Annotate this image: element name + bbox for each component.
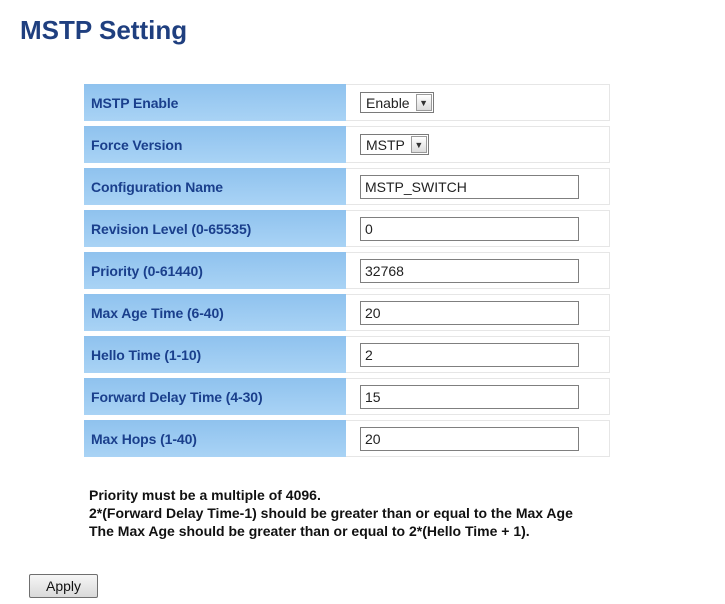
mstp-enable-label: MSTP Enable [84, 84, 346, 121]
hello-time-cell [346, 336, 610, 373]
forward-delay-time-label: Forward Delay Time (4-30) [84, 378, 346, 415]
priority-input[interactable] [360, 258, 579, 283]
note-max-age: The Max Age should be greater than or eq… [89, 523, 530, 539]
force-version-label: Force Version [84, 126, 346, 163]
settings-table: MSTP Enable Enable ▼ Force Version MSTP … [84, 79, 610, 462]
max-hops-label: Max Hops (1-40) [84, 420, 346, 457]
max-hops-cell [346, 420, 610, 457]
hello-time-input[interactable] [360, 342, 579, 367]
priority-cell [346, 252, 610, 289]
forward-delay-time-cell [346, 378, 610, 415]
max-age-time-cell [346, 294, 610, 331]
mstp-enable-value: Enable [366, 94, 410, 111]
row-forward-delay-time: Forward Delay Time (4-30) [84, 378, 610, 415]
force-version-cell: MSTP ▼ [346, 126, 610, 163]
page-title: MSTP Setting [20, 15, 188, 45]
mstp-enable-select[interactable]: Enable ▼ [360, 92, 434, 113]
notes: Priority must be a multiple of 4096. 2*(… [89, 486, 573, 540]
force-version-select[interactable]: MSTP ▼ [360, 134, 429, 155]
configuration-name-input[interactable] [360, 174, 579, 199]
priority-label: Priority (0-61440) [84, 252, 346, 289]
note-forward-delay: 2*(Forward Delay Time-1) should be great… [89, 505, 573, 521]
apply-button[interactable]: Apply [29, 574, 98, 598]
max-hops-input[interactable] [360, 426, 579, 451]
revision-level-label: Revision Level (0-65535) [84, 210, 346, 247]
force-version-value: MSTP [366, 136, 405, 153]
revision-level-input[interactable] [360, 216, 579, 241]
max-age-time-label: Max Age Time (6-40) [84, 294, 346, 331]
note-priority: Priority must be a multiple of 4096. [89, 487, 321, 503]
row-mstp-enable: MSTP Enable Enable ▼ [84, 84, 610, 121]
row-max-age-time: Max Age Time (6-40) [84, 294, 610, 331]
configuration-name-label: Configuration Name [84, 168, 346, 205]
row-configuration-name: Configuration Name [84, 168, 610, 205]
revision-level-cell [346, 210, 610, 247]
forward-delay-time-input[interactable] [360, 384, 579, 409]
row-force-version: Force Version MSTP ▼ [84, 126, 610, 163]
row-priority: Priority (0-61440) [84, 252, 610, 289]
mstp-enable-cell: Enable ▼ [346, 84, 610, 121]
hello-time-label: Hello Time (1-10) [84, 336, 346, 373]
chevron-down-icon[interactable]: ▼ [415, 94, 432, 111]
row-revision-level: Revision Level (0-65535) [84, 210, 610, 247]
row-max-hops: Max Hops (1-40) [84, 420, 610, 457]
row-hello-time: Hello Time (1-10) [84, 336, 610, 373]
max-age-time-input[interactable] [360, 300, 579, 325]
configuration-name-cell [346, 168, 610, 205]
chevron-down-icon[interactable]: ▼ [410, 136, 427, 153]
